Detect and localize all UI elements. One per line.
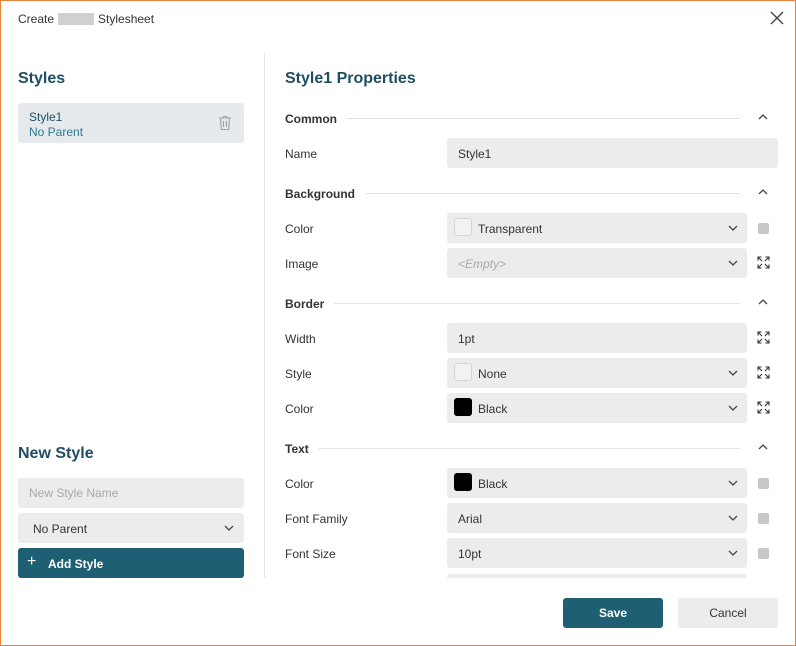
chevron-down-icon	[728, 260, 738, 266]
border-style-swatch	[454, 363, 472, 381]
border-width-label: Width	[285, 332, 316, 346]
section-divider	[285, 118, 740, 119]
clipped-next-field	[447, 574, 747, 578]
expand-expression-icon[interactable]	[757, 256, 770, 269]
style-name-field[interactable]: Style1	[447, 138, 778, 168]
border-color-dropdown[interactable]: Black	[447, 393, 747, 423]
font-family-value: Arial	[458, 512, 483, 526]
bg-color-toggle[interactable]	[758, 223, 769, 234]
styles-heading: Styles	[18, 70, 66, 87]
border-style-dropdown[interactable]: None	[447, 358, 747, 388]
bg-image-dropdown[interactable]: <Empty>	[447, 248, 747, 278]
section-text-title: Text	[285, 442, 319, 456]
create-stylesheet-dialog: Create Stylesheet Styles Style1 No Paren…	[0, 0, 796, 646]
section-background-title: Background	[285, 187, 366, 201]
collapse-border-icon[interactable]	[758, 299, 768, 305]
border-style-label: Style	[285, 367, 312, 381]
chevron-down-icon	[728, 550, 738, 556]
border-color-value: Black	[478, 402, 508, 416]
name-label: Name	[285, 147, 318, 161]
style-name-value: Style1	[458, 147, 492, 161]
font-family-dropdown[interactable]: Arial	[447, 503, 747, 533]
border-width-field[interactable]: 1pt	[447, 323, 747, 353]
cancel-button[interactable]: Cancel	[678, 598, 778, 628]
chevron-down-icon	[728, 480, 738, 486]
section-border-title: Border	[285, 297, 335, 311]
color-swatch-black	[454, 473, 472, 491]
chevron-down-icon	[728, 405, 738, 411]
color-swatch-black	[454, 398, 472, 416]
collapse-background-icon[interactable]	[758, 189, 768, 195]
bg-color-dropdown[interactable]: Transparent	[447, 213, 747, 243]
border-style-value: None	[478, 367, 507, 381]
section-common-title: Common	[285, 112, 347, 126]
color-swatch-transparent	[454, 218, 472, 236]
text-color-dropdown[interactable]: Black	[447, 468, 747, 498]
style-item-name: Style1	[29, 110, 63, 124]
parent-style-value: No Parent	[33, 522, 88, 536]
expand-expression-icon[interactable]	[757, 366, 770, 379]
font-size-dropdown[interactable]: 10pt	[447, 538, 747, 568]
chevron-down-icon	[728, 515, 738, 521]
chevron-down-icon	[224, 525, 234, 531]
text-color-label: Color	[285, 477, 314, 491]
bg-color-value: Transparent	[478, 222, 543, 236]
title-bar: Create Stylesheet	[1, 1, 795, 37]
style-item-parent: No Parent	[29, 125, 84, 139]
properties-heading: Style1 Properties	[285, 70, 416, 87]
expand-expression-icon[interactable]	[757, 401, 770, 414]
new-style-heading: New Style	[18, 445, 94, 462]
border-width-value: 1pt	[458, 332, 475, 346]
collapse-text-icon[interactable]	[758, 444, 768, 450]
expand-expression-icon[interactable]	[757, 331, 770, 344]
font-size-value: 10pt	[458, 547, 482, 561]
style-list-item[interactable]: Style1 No Parent	[18, 103, 244, 143]
title-suffix: Stylesheet	[98, 12, 155, 26]
redacted-name-block	[58, 13, 95, 25]
title-prefix: Create	[18, 12, 55, 26]
add-style-label: Add Style	[48, 557, 104, 571]
panel-divider	[264, 53, 265, 578]
plus-icon: +	[27, 553, 37, 570]
section-divider	[285, 303, 740, 304]
bg-image-value: <Empty>	[458, 257, 507, 271]
save-button[interactable]: Save	[563, 598, 663, 628]
font-family-label: Font Family	[285, 512, 348, 526]
add-style-button[interactable]: + Add Style	[18, 548, 244, 578]
trash-icon[interactable]	[218, 115, 232, 131]
chevron-down-icon	[728, 225, 738, 231]
text-color-toggle[interactable]	[758, 478, 769, 489]
chevron-down-icon	[728, 370, 738, 376]
new-style-name-input[interactable]	[18, 478, 244, 508]
dialog-title: Create Stylesheet	[18, 12, 154, 26]
parent-style-dropdown[interactable]: No Parent	[18, 513, 244, 543]
bg-image-label: Image	[285, 257, 319, 271]
font-family-toggle[interactable]	[758, 513, 769, 524]
text-color-value: Black	[478, 477, 508, 491]
border-color-label: Color	[285, 402, 314, 416]
bg-color-label: Color	[285, 222, 314, 236]
font-size-label: Font Size	[285, 547, 336, 561]
close-icon[interactable]	[769, 10, 785, 26]
section-divider	[285, 448, 740, 449]
font-size-toggle[interactable]	[758, 548, 769, 559]
collapse-common-icon[interactable]	[758, 114, 768, 120]
